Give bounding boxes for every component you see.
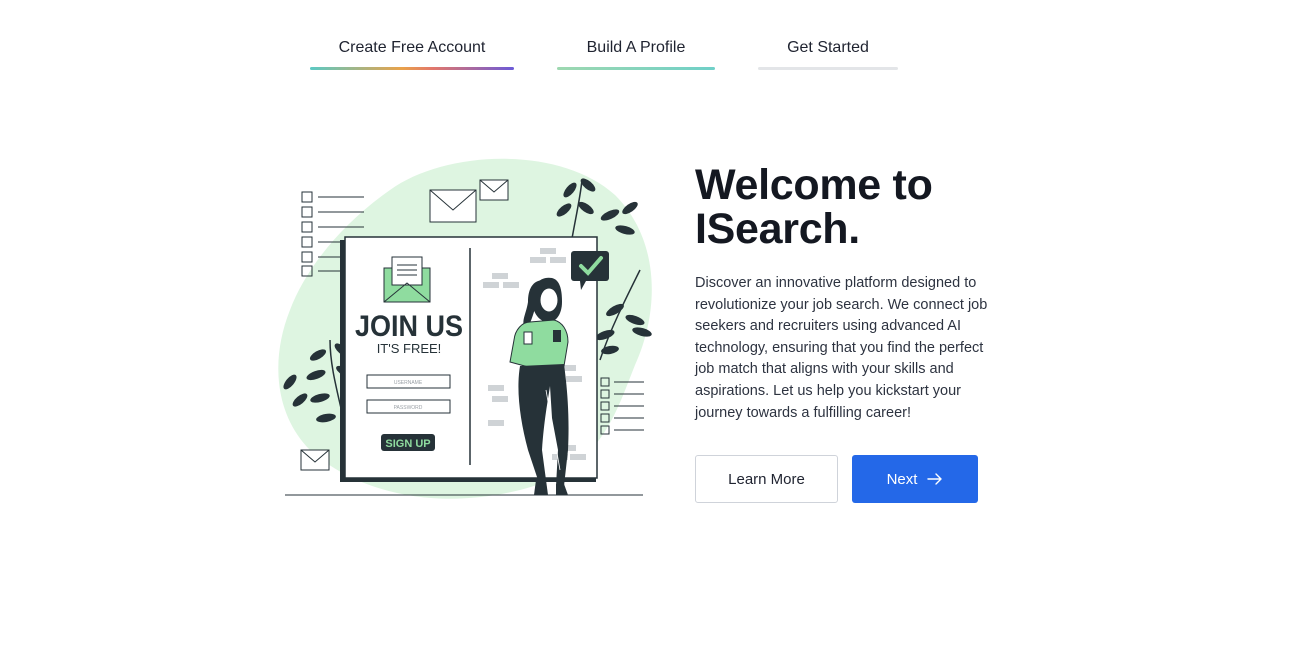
- step-create-account[interactable]: Create Free Account: [310, 38, 514, 70]
- welcome-section: Welcome to ISearch. Discover an innovati…: [695, 163, 1015, 424]
- join-us-text: JOIN US: [355, 310, 463, 343]
- step-label: Build A Profile: [586, 39, 686, 56]
- learn-more-label: Learn More: [728, 470, 805, 488]
- signup-illustration: JOIN US IT'S FREE! USERNAME PASSWORD SIG…: [278, 158, 652, 499]
- title-line-2: ISearch.: [695, 205, 860, 253]
- step-label: Get Started: [787, 39, 869, 56]
- step-progress-bar: [310, 67, 514, 70]
- title-line-1: Welcome to: [695, 161, 933, 209]
- sign-up-text: SIGN UP: [385, 438, 430, 450]
- page-title: Welcome to ISearch.: [695, 163, 1015, 251]
- step-label: Create Free Account: [338, 39, 486, 56]
- username-placeholder: USERNAME: [394, 380, 423, 386]
- step-get-started[interactable]: Get Started: [758, 38, 898, 70]
- next-button[interactable]: Next: [852, 455, 978, 503]
- step-build-profile[interactable]: Build A Profile: [557, 38, 715, 70]
- welcome-description: Discover an innovative platform designed…: [695, 275, 988, 421]
- arrow-right-icon: [927, 473, 943, 485]
- next-label: Next: [886, 470, 918, 488]
- step-progress-bar: [758, 67, 898, 70]
- learn-more-button[interactable]: Learn More: [695, 455, 838, 503]
- its-free-text: IT'S FREE!: [377, 341, 442, 356]
- step-progress-bar: [557, 67, 715, 70]
- password-placeholder: PASSWORD: [394, 405, 423, 411]
